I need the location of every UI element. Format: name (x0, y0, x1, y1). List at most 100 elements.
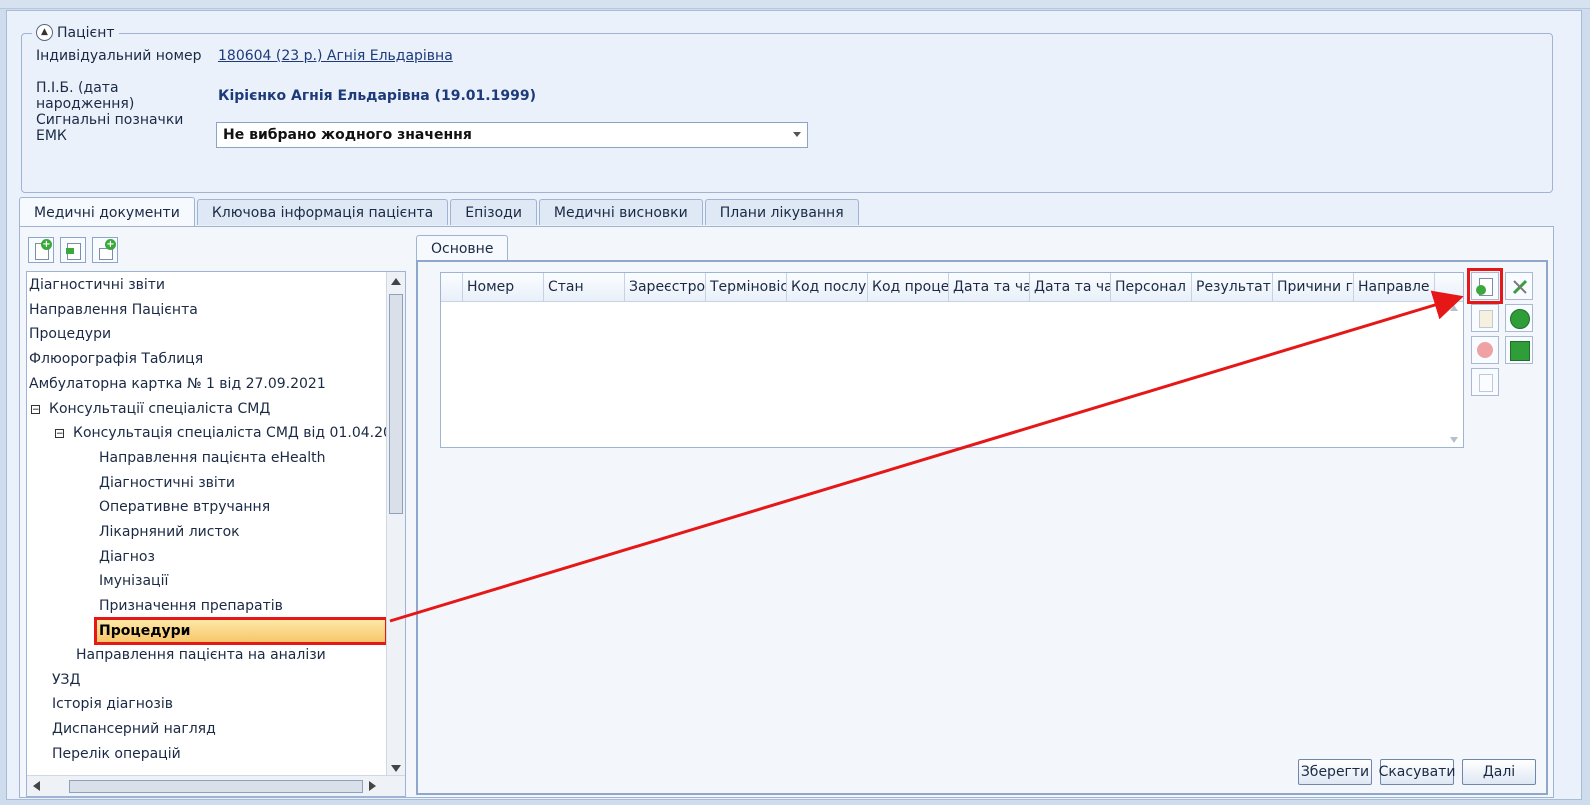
scroll-left-icon[interactable] (33, 781, 40, 791)
grid-col-status[interactable]: Стан (544, 273, 625, 301)
grid-col-staff[interactable]: Персонал (1111, 273, 1192, 301)
collapse-minus-icon[interactable]: − (31, 404, 40, 414)
grid-col-procedure-code[interactable]: Код проце (868, 273, 949, 301)
plus-icon: + (41, 239, 52, 250)
patient-name-row: П.І.Б. (дата народження) Кірієнко Агнія … (36, 80, 536, 112)
edit-procedure-button[interactable] (1471, 304, 1499, 332)
refresh-icon (1510, 309, 1530, 329)
tree-item[interactable]: Оперативне втручання (99, 496, 270, 518)
tree-item[interactable]: Процедури (29, 323, 111, 345)
scroll-thumb[interactable] (389, 294, 403, 514)
tree-item-label: Направлення пацієнта eHealth (99, 450, 326, 466)
scroll-down-icon[interactable] (1450, 437, 1458, 443)
procedures-grid: Номер Стан Зареєстро Терміновіс Код посл… (440, 272, 1464, 448)
tree-item-label: Процедури (29, 326, 112, 342)
tab-key-info[interactable]: Ключова інформація пацієнта (196, 199, 449, 225)
refresh-button[interactable] (1505, 304, 1533, 332)
edit-document-icon (1479, 310, 1493, 328)
grid-col-result[interactable]: Результат (1192, 273, 1273, 301)
signals-combobox[interactable]: Не вибрано жодного значення (216, 122, 808, 148)
grid-col-date-end[interactable]: Дата та ча (1030, 273, 1111, 301)
signals-combobox-value: Не вибрано жодного значення (223, 127, 472, 143)
subtab-main[interactable]: Основне (416, 235, 509, 261)
main-window: ▲ Пацієнт Індивідуальний номер 180604 (2… (6, 10, 1582, 800)
tree-item[interactable]: Направлення Пацієнта (29, 299, 198, 321)
scroll-right-icon[interactable] (369, 781, 376, 791)
tab-medical-documents[interactable]: Медичні документи (19, 197, 195, 227)
open-document-button[interactable] (60, 237, 86, 263)
documents-tree: Діагностичні звіти Направлення Пацієнта … (26, 271, 406, 797)
scroll-thumb[interactable] (69, 780, 363, 793)
signals-label: Сигнальні позначки ЕМК (36, 112, 184, 144)
tree-item-label: Диспансерний нагляд (52, 721, 216, 737)
tree-horizontal-scrollbar[interactable] (27, 775, 405, 796)
tree-item-label: УЗД (52, 672, 81, 688)
collapse-up-icon[interactable]: ▲ (36, 24, 53, 41)
tree-item[interactable]: Призначення препаратів (99, 595, 283, 617)
tab-treatment-plans[interactable]: Плани лікування (704, 199, 859, 225)
tree-item[interactable]: УЗД (52, 669, 80, 691)
grid-col-date-start[interactable]: Дата та ча (949, 273, 1030, 301)
scroll-up-icon[interactable] (391, 278, 401, 285)
grid-col-reasons[interactable]: Причини г (1273, 273, 1354, 301)
collapse-minus-icon[interactable]: − (55, 428, 64, 438)
add-document-button[interactable]: + (28, 237, 54, 263)
tree-item-selected-procedures[interactable]: Процедури (94, 617, 388, 645)
grid-vertical-scrollbar[interactable] (1445, 301, 1463, 447)
patient-group-title: ▲ Пацієнт (32, 24, 119, 41)
tree-item[interactable]: Диспансерний нагляд (52, 718, 216, 740)
delete-icon (1477, 342, 1493, 358)
tree-item[interactable]: − Консультація спеціаліста СМД від 01.04… (55, 422, 405, 444)
tree-item-label: Перелік операцій (52, 746, 181, 762)
tree-item-label: Оперативне втручання (99, 499, 271, 515)
tree-item-label: Направлення пацієнта на аналізи (76, 647, 326, 663)
tab-episodes[interactable]: Епізоди (450, 199, 537, 225)
tree-item-label: Призначення препаратів (99, 598, 283, 614)
add-procedure-button[interactable] (1467, 268, 1503, 304)
tree-item-label: Діагноз (99, 549, 155, 565)
next-button[interactable]: Далі (1462, 759, 1536, 785)
tree-item[interactable]: Історія діагнозів (52, 693, 173, 715)
tab-content: + + Діагностичні звіти Направлення Паціє… (19, 226, 1554, 798)
grid-col-referral[interactable]: Направле (1354, 273, 1435, 301)
chevron-down-icon[interactable] (793, 132, 801, 137)
patient-id-label: Індивідуальний номер (36, 48, 202, 64)
grid-col-registered[interactable]: Зареєстро (625, 273, 706, 301)
tree-item-label: Амбулаторна картка № 1 від 27.09.2021 (29, 376, 326, 392)
export-excel-button[interactable] (1505, 336, 1533, 364)
tree-item-label: Діагностичні звіти (29, 277, 166, 293)
tree-vertical-scrollbar[interactable] (386, 272, 405, 778)
settings-tools-button[interactable] (1505, 272, 1533, 300)
tree-item[interactable]: Діагноз (99, 546, 155, 568)
tree-item[interactable]: − Консультації спеціаліста СМД (31, 398, 270, 420)
tree-item-label: Лікарняний листок (99, 524, 240, 540)
tab-medical-conclusions[interactable]: Медичні висновки (538, 199, 703, 225)
add-folder-button[interactable]: + (92, 237, 118, 263)
delete-procedure-button[interactable] (1471, 336, 1499, 364)
scroll-down-icon[interactable] (391, 765, 401, 772)
patient-group: ▲ Пацієнт Індивідуальний номер 180604 (2… (21, 24, 1553, 193)
tree-item-label: Діагностичні звіти (99, 475, 236, 491)
scroll-up-icon[interactable] (1450, 305, 1458, 311)
patient-id-row: Індивідуальний номер 180604 (23 р.) Агні… (36, 48, 453, 64)
tree-item[interactable]: Діагностичні звіти (29, 274, 165, 296)
move-procedure-button[interactable] (1471, 368, 1499, 396)
save-button[interactable]: Зберегти (1298, 759, 1372, 785)
tree-item[interactable]: Амбулаторна картка № 1 від 27.09.2021 (29, 373, 326, 395)
main-subpanel: Номер Стан Зареєстро Терміновіс Код посл… (416, 260, 1548, 795)
tree-item-label: Консультації спеціаліста СМД (49, 401, 271, 417)
tree-item[interactable]: Перелік операцій (52, 743, 181, 765)
tree-item[interactable]: Направлення пацієнта eHealth (99, 447, 325, 469)
tree-item[interactable]: Імунізації (99, 570, 168, 592)
tree-item[interactable]: Діагностичні звіти (99, 472, 235, 494)
spreadsheet-icon (1510, 341, 1530, 361)
grid-header: Номер Стан Зареєстро Терміновіс Код посл… (441, 273, 1463, 302)
grid-col-urgency[interactable]: Терміновіс (706, 273, 787, 301)
tree-item[interactable]: Направлення пацієнта на аналізи (76, 644, 326, 666)
tree-item[interactable]: Флюорографія Таблиця (29, 348, 203, 370)
tree-item[interactable]: Лікарняний листок (99, 521, 240, 543)
grid-col-number[interactable]: Номер (463, 273, 544, 301)
patient-id-link[interactable]: 180604 (23 р.) Агнія Ельдарівна (218, 48, 453, 64)
cancel-button[interactable]: Скасувати (1379, 759, 1455, 785)
grid-col-service-code[interactable]: Код послу (787, 273, 868, 301)
